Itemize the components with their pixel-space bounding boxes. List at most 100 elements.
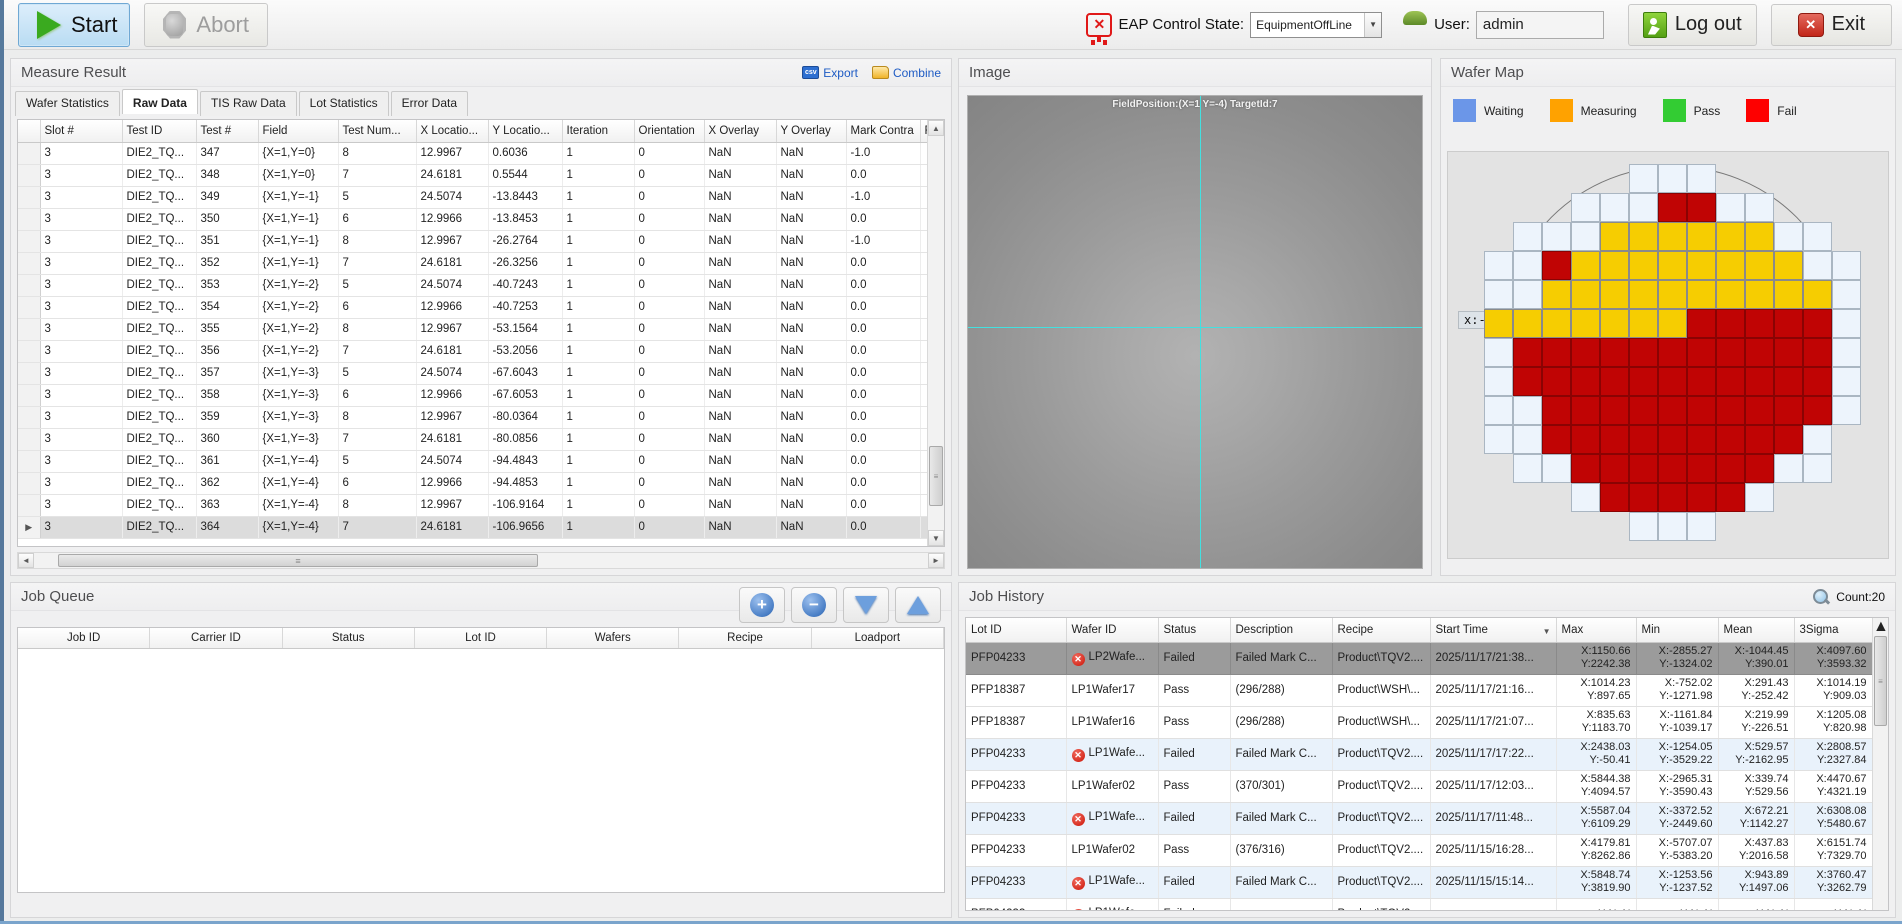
wafer-cell[interactable] (1716, 251, 1745, 280)
column-header[interactable]: Loadport (812, 628, 944, 648)
wafer-cell[interactable] (1600, 483, 1629, 512)
measure-horizontal-scrollbar[interactable]: ◄ ≡ ► (17, 552, 945, 569)
row-selector[interactable] (18, 362, 40, 384)
wafer-cell[interactable] (1513, 280, 1542, 309)
table-row[interactable]: PFP18387LP1Wafer17Pass(296/288)Product\W… (966, 674, 1872, 706)
wafer-cell[interactable] (1542, 222, 1571, 251)
wafer-cell[interactable] (1774, 367, 1803, 396)
row-selector[interactable] (18, 230, 40, 252)
wafer-cell[interactable] (1687, 164, 1716, 193)
table-row[interactable]: 3DIE2_TQ...354{X=1,Y=-2}612.9966-40.7253… (18, 296, 944, 318)
wafer-cell[interactable] (1745, 251, 1774, 280)
column-header[interactable]: X Locatio... (416, 120, 488, 142)
wafer-cell[interactable] (1571, 367, 1600, 396)
wafer-cell[interactable] (1803, 396, 1832, 425)
wafer-cell[interactable] (1745, 222, 1774, 251)
column-header[interactable]: Lot ID (966, 618, 1066, 642)
wafer-cell[interactable] (1629, 280, 1658, 309)
table-row[interactable]: 3DIE2_TQ...362{X=1,Y=-4}612.9966-94.4853… (18, 472, 944, 494)
table-row[interactable]: 3DIE2_TQ...347{X=1,Y=0}812.99670.603610N… (18, 142, 944, 164)
wafer-cell[interactable] (1658, 309, 1687, 338)
wafer-cell[interactable] (1687, 425, 1716, 454)
scroll-up-icon[interactable]: ▲ (1873, 618, 1889, 635)
eap-control-state-select[interactable]: EquipmentOffLine ▼ (1250, 12, 1382, 38)
wafer-cell[interactable] (1513, 396, 1542, 425)
column-header[interactable]: Status (283, 628, 415, 648)
wafer-cell[interactable] (1542, 367, 1571, 396)
camera-image[interactable]: FieldPosition:(X=1 Y=-4) TargetId:7 (967, 95, 1423, 569)
column-header[interactable]: Wafers (547, 628, 679, 648)
table-row[interactable]: PFP04233✕LP1Wafe...FailedFailed Mark C..… (966, 866, 1872, 898)
column-header[interactable]: Description (1230, 618, 1332, 642)
table-row[interactable]: 3DIE2_TQ...359{X=1,Y=-3}812.9967-80.0364… (18, 406, 944, 428)
wafer-cell[interactable] (1658, 425, 1687, 454)
wafer-cell[interactable] (1571, 483, 1600, 512)
column-header[interactable]: Recipe (1332, 618, 1430, 642)
user-field[interactable]: admin (1476, 11, 1604, 39)
wafer-cell[interactable] (1542, 280, 1571, 309)
table-row[interactable]: 3DIE2_TQ...353{X=1,Y=-2}524.5074-40.7243… (18, 274, 944, 296)
wafer-cell[interactable] (1484, 338, 1513, 367)
wafer-cell[interactable] (1832, 396, 1861, 425)
wafer-cell[interactable] (1774, 251, 1803, 280)
wafer-cell[interactable] (1716, 454, 1745, 483)
wafer-cell[interactable] (1803, 251, 1832, 280)
wafer-cell[interactable] (1774, 280, 1803, 309)
wafer-cell[interactable] (1629, 367, 1658, 396)
start-button[interactable]: Start (18, 3, 130, 47)
wafer-cell[interactable] (1832, 338, 1861, 367)
row-selector[interactable] (18, 428, 40, 450)
row-selector[interactable] (18, 472, 40, 494)
wafer-cell[interactable] (1484, 396, 1513, 425)
column-header[interactable]: 3Sigma (1794, 618, 1872, 642)
export-link[interactable]: csv Export (802, 66, 858, 80)
history-vertical-scrollbar[interactable]: ▲ ≡ ▼ (1872, 618, 1888, 910)
wafer-cell[interactable] (1832, 309, 1861, 338)
table-row[interactable]: 3DIE2_TQ...349{X=1,Y=-1}524.5074-13.8443… (18, 186, 944, 208)
row-selector[interactable] (18, 340, 40, 362)
wafer-cell[interactable] (1774, 454, 1803, 483)
tab-wafer-statistics[interactable]: Wafer Statistics (15, 91, 120, 116)
wafer-cell[interactable] (1716, 280, 1745, 309)
column-header[interactable]: Lot ID (415, 628, 547, 648)
wafer-cell[interactable] (1687, 338, 1716, 367)
wafer-cell[interactable] (1774, 425, 1803, 454)
column-header[interactable]: Wafer ID (1066, 618, 1158, 642)
column-header[interactable]: Iteration (562, 120, 634, 142)
wafer-cell[interactable] (1803, 425, 1832, 454)
wafer-cell[interactable] (1687, 454, 1716, 483)
wafer-cell[interactable] (1542, 338, 1571, 367)
wafer-cell[interactable] (1745, 396, 1774, 425)
wafer-cell[interactable] (1745, 309, 1774, 338)
table-row[interactable]: ▶3DIE2_TQ...364{X=1,Y=-4}724.6181-106.96… (18, 516, 944, 538)
scroll-right-icon[interactable]: ► (928, 553, 944, 568)
table-row[interactable]: 3DIE2_TQ...357{X=1,Y=-3}524.5074-67.6043… (18, 362, 944, 384)
wafer-cell[interactable] (1687, 193, 1716, 222)
wafer-cell[interactable] (1513, 425, 1542, 454)
wafer-cell[interactable] (1803, 280, 1832, 309)
wafer-cell[interactable] (1803, 338, 1832, 367)
wafer-cell[interactable] (1542, 251, 1571, 280)
wafer-cell[interactable] (1716, 193, 1745, 222)
tab-lot-statistics[interactable]: Lot Statistics (299, 91, 389, 116)
table-row[interactable]: 3DIE2_TQ...352{X=1,Y=-1}724.6181-26.3256… (18, 252, 944, 274)
wafer-cell[interactable] (1687, 483, 1716, 512)
table-row[interactable]: 3DIE2_TQ...361{X=1,Y=-4}524.5074-94.4843… (18, 450, 944, 472)
wafer-cell[interactable] (1484, 280, 1513, 309)
wafer-cell[interactable] (1803, 454, 1832, 483)
wafer-cell[interactable] (1629, 454, 1658, 483)
wafer-cell[interactable] (1571, 251, 1600, 280)
wafer-cell[interactable] (1513, 251, 1542, 280)
table-row[interactable]: PFP18387LP1Wafer16Pass(296/288)Product\W… (966, 706, 1872, 738)
tab-raw-data[interactable]: Raw Data (122, 89, 198, 114)
table-row[interactable]: 3DIE2_TQ...358{X=1,Y=-3}612.9966-67.6053… (18, 384, 944, 406)
column-header[interactable]: Status (1158, 618, 1230, 642)
wafer-cell[interactable] (1571, 280, 1600, 309)
table-row[interactable]: 3DIE2_TQ...363{X=1,Y=-4}812.9967-106.916… (18, 494, 944, 516)
column-header[interactable]: Test # (196, 120, 258, 142)
wafer-cell[interactable] (1745, 367, 1774, 396)
tab-tis-raw-data[interactable]: TIS Raw Data (200, 91, 297, 116)
wafer-cell[interactable] (1629, 338, 1658, 367)
wafer-cell[interactable] (1658, 338, 1687, 367)
row-selector[interactable] (18, 186, 40, 208)
